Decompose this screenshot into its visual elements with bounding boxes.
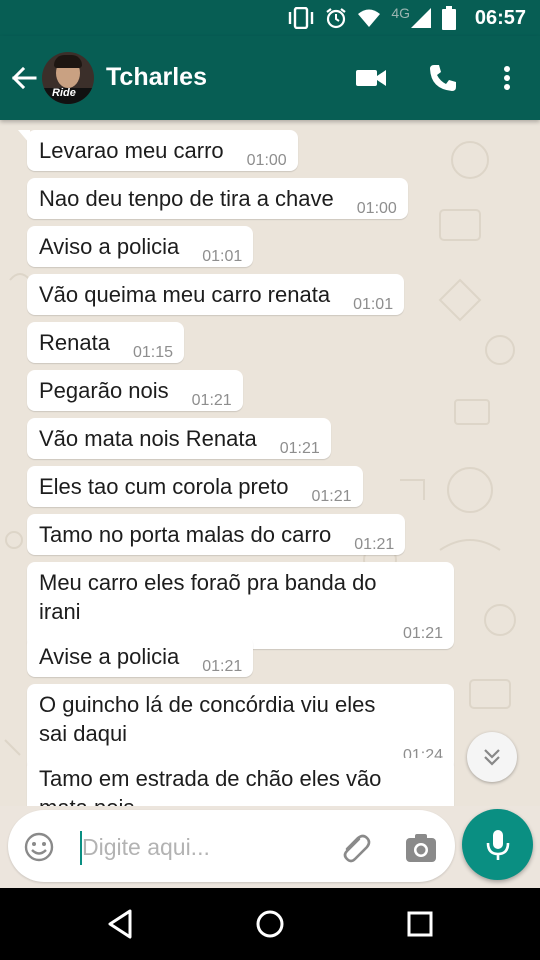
message-text: Pegarão nois <box>39 378 169 403</box>
message-time: 01:00 <box>246 152 287 169</box>
message-bubble[interactable]: Avise a policia 01:21 <box>27 636 254 677</box>
message-text: Renata <box>39 330 110 355</box>
more-vertical-icon[interactable] <box>491 62 523 94</box>
message-bubble[interactable]: Levarao meu carro 01:00 <box>18 130 298 171</box>
message-text: Tamo em estrada de chão eles vão mata no… <box>39 766 382 806</box>
circle-home-icon[interactable] <box>252 906 288 942</box>
message-list[interactable]: Levarao meu carro 01:00 Nao deu tenpo de… <box>0 120 540 806</box>
signal-icon <box>411 8 431 28</box>
contact-name[interactable]: Tcharles <box>106 63 207 92</box>
message-text: Tamo no porta malas do carro <box>39 522 332 547</box>
message-text: Eles tao cum corola preto <box>39 474 289 499</box>
phone-icon[interactable] <box>427 62 459 94</box>
status-bar: 4G 06:57 <box>0 0 540 36</box>
message-text: Vão mata nois Renata <box>39 426 257 451</box>
message-text: Meu carro eles foraõ pra banda do irani <box>39 570 377 624</box>
avatar[interactable]: Ride <box>42 52 94 104</box>
message-text: Levarao meu carro <box>39 138 224 163</box>
message-time: 01:01 <box>353 296 394 313</box>
message-text: Aviso a policia <box>39 234 180 259</box>
status-icons: 4G <box>287 5 456 30</box>
network-type: 4G <box>391 5 410 21</box>
message-time: 01:15 <box>132 344 173 361</box>
clock: 06:57 <box>474 7 526 29</box>
message-text: O guincho lá de concórdia viu eles sai d… <box>39 692 376 746</box>
composer <box>8 810 455 882</box>
alarm-icon <box>326 8 346 29</box>
message-bubble[interactable]: Vão mata nois Renata 01:21 <box>27 418 331 459</box>
microphone-button[interactable] <box>462 809 533 880</box>
message-time: 01:21 <box>191 392 232 409</box>
message-bubble[interactable]: Pegarão nois 01:21 <box>27 370 243 411</box>
chevron-double-down-icon <box>484 749 500 766</box>
scroll-to-bottom-button[interactable] <box>467 732 517 782</box>
wifi-icon <box>358 9 381 27</box>
message-time: 01:21 <box>354 536 395 553</box>
emoji-icon[interactable] <box>23 831 55 863</box>
message-time: 01:21 <box>279 440 320 457</box>
message-text: Nao deu tenpo de tira a chave <box>39 186 334 211</box>
triangle-back-icon[interactable] <box>102 906 138 942</box>
message-bubble[interactable]: Aviso a policia 01:01 <box>27 226 254 267</box>
avatar-caption: Ride <box>52 87 76 99</box>
message-time: 01:21 <box>311 488 352 505</box>
message-time: 01:00 <box>356 200 397 217</box>
message-bubble[interactable]: Tamo em estrada de chão eles vão mata no… <box>27 758 454 806</box>
message-bubble[interactable]: Renata 01:15 <box>27 322 184 363</box>
message-text: Avise a policia <box>39 644 180 669</box>
vibrate-icon <box>289 7 314 29</box>
message-bubble[interactable]: Vão queima meu carro renata 01:01 <box>27 274 405 315</box>
message-text: Vão queima meu carro renata <box>39 282 331 307</box>
battery-icon <box>442 6 456 30</box>
arrow-left-icon[interactable] <box>8 62 40 94</box>
message-time: 01:01 <box>202 248 243 265</box>
video-camera-icon[interactable] <box>355 62 387 94</box>
composer-bar <box>0 806 540 888</box>
square-recents-icon[interactable] <box>402 906 438 942</box>
camera-icon[interactable] <box>403 830 439 866</box>
message-bubble[interactable]: Tamo no porta malas do carro 01:21 <box>27 514 406 555</box>
message-input[interactable] <box>82 827 332 867</box>
message-time: 01:21 <box>202 658 243 675</box>
microphone-icon <box>486 829 509 860</box>
message-bubble[interactable]: Eles tao cum corola preto 01:21 <box>27 466 363 507</box>
message-bubble[interactable]: Nao deu tenpo de tira a chave 01:00 <box>27 178 408 219</box>
paperclip-icon[interactable] <box>337 830 373 866</box>
chat-header: Ride Tcharles <box>0 36 540 120</box>
system-nav-bar <box>0 888 540 960</box>
